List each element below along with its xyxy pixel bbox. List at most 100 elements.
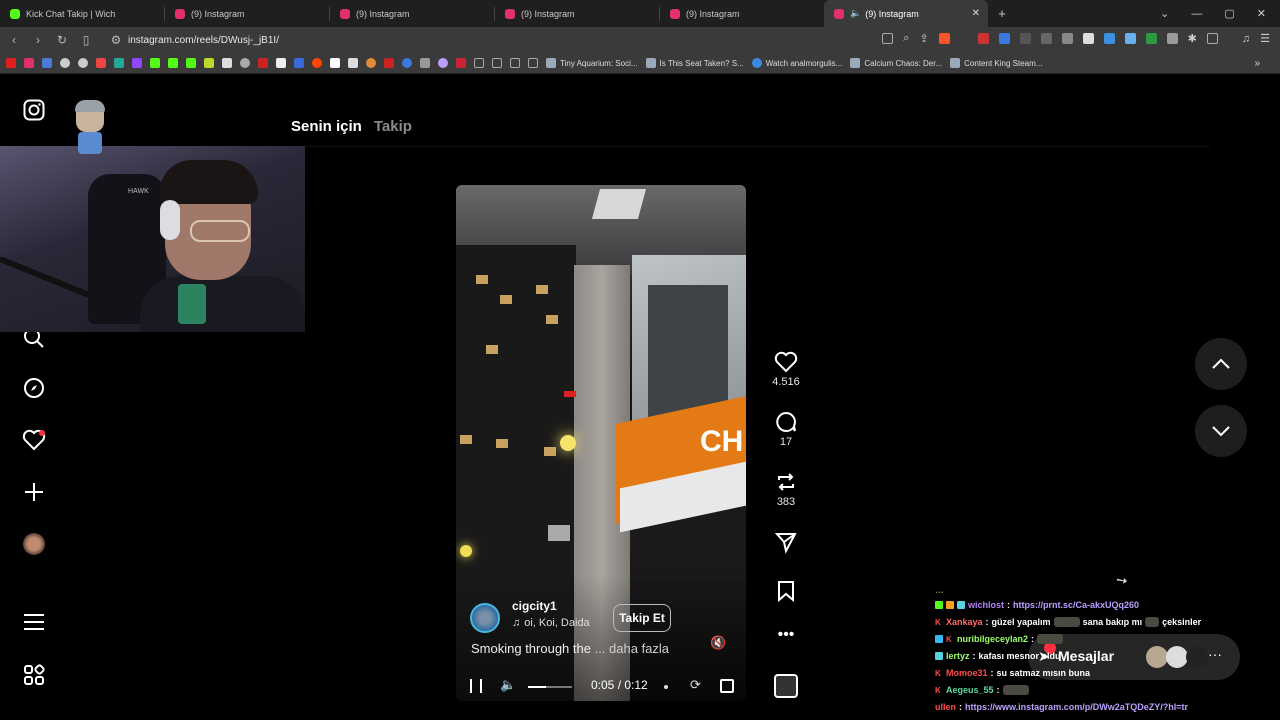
folder-icon[interactable]	[474, 58, 484, 68]
gmail-icon[interactable]	[96, 58, 106, 68]
bookmark-site-icon[interactable]	[240, 58, 250, 68]
sidebar-icon[interactable]	[1206, 33, 1218, 44]
bookmark-site-icon[interactable]	[384, 58, 394, 68]
apps-grid-icon[interactable]	[20, 661, 48, 689]
bookmark-item[interactable]: Content King Steam...	[950, 58, 1042, 68]
share-icon[interactable]: ⇪	[919, 32, 928, 45]
volume-icon[interactable]: 🔈	[500, 677, 516, 693]
muted-speaker-icon[interactable]: 🔇	[710, 635, 726, 651]
bookmark-icon[interactable]: ▯	[76, 33, 96, 47]
extension-icon[interactable]	[977, 33, 989, 44]
audio-thumbnail[interactable]	[774, 674, 798, 698]
author-avatar[interactable]	[470, 603, 500, 633]
zoom-icon[interactable]: ⌕	[903, 32, 909, 45]
kick-icon[interactable]	[186, 58, 196, 68]
follow-button[interactable]: Takip Et	[613, 604, 671, 632]
kick-icon[interactable]	[150, 58, 160, 68]
browser-tab[interactable]: (9) Instagram	[165, 0, 329, 27]
anchor-icon[interactable]	[222, 58, 232, 68]
extension-icon[interactable]	[998, 33, 1010, 44]
repost-action[interactable]: 383	[770, 470, 802, 508]
extension-icon[interactable]	[1166, 33, 1178, 44]
create-plus-icon[interactable]	[20, 478, 48, 506]
reel-music[interactable]: ♫ oi, Koi, Daida	[512, 617, 590, 629]
share-action[interactable]	[770, 530, 802, 554]
tab-for-you[interactable]: Senin için	[291, 118, 362, 135]
bookmark-item[interactable]: Tiny Aquarium: Soci...	[546, 58, 638, 68]
profile-avatar[interactable]	[20, 530, 48, 558]
back-icon[interactable]: ‹	[4, 33, 24, 47]
tab-search-icon[interactable]: ⌄	[1160, 7, 1169, 20]
extension-icon[interactable]	[1145, 33, 1157, 44]
folder-icon[interactable]	[510, 58, 520, 68]
progress-track[interactable]	[528, 686, 572, 688]
extension-icon[interactable]	[1061, 33, 1073, 44]
save-action[interactable]	[770, 579, 802, 603]
bookmark-site-icon[interactable]	[456, 58, 466, 68]
close-tab-icon[interactable]: ✕	[972, 8, 980, 19]
loop-icon[interactable]: ⟳	[690, 677, 701, 693]
reddit-icon[interactable]	[312, 58, 322, 68]
previous-reel-button[interactable]	[1195, 338, 1247, 390]
site-settings-icon[interactable]: ⚙	[106, 33, 126, 47]
caption-more-link[interactable]: ... daha fazla	[595, 641, 669, 656]
url-field[interactable]: instagram.com/reels/DWusj-_jB1I/	[128, 35, 279, 46]
extension-icon[interactable]	[1040, 33, 1052, 44]
bookmark-site-icon[interactable]	[42, 58, 52, 68]
browser-tab-active[interactable]: 🔈 (9) Instagram ✕	[824, 0, 988, 27]
youtube-icon[interactable]	[6, 58, 16, 68]
more-bookmarks-icon[interactable]: »	[1254, 58, 1260, 69]
bookmark-site-icon[interactable]	[294, 58, 304, 68]
maximize-icon[interactable]: ▢	[1224, 7, 1234, 20]
brave-shield-icon[interactable]	[938, 33, 950, 44]
next-reel-button[interactable]	[1195, 405, 1247, 457]
audio-playing-icon[interactable]: 🔈	[850, 8, 861, 19]
bookmark-site-icon[interactable]	[366, 58, 376, 68]
notifications-heart-icon[interactable]	[20, 426, 48, 454]
minimize-icon[interactable]: —	[1191, 8, 1202, 20]
bookmark-site-icon[interactable]	[402, 58, 412, 68]
browser-tab[interactable]: Kick Chat Takip | Wich	[0, 0, 164, 27]
tab-following[interactable]: Takip	[374, 118, 412, 135]
extension-icon[interactable]	[1019, 33, 1031, 44]
bookmark-item[interactable]: Calcium Chaos: Der...	[850, 58, 942, 68]
kick-icon[interactable]	[168, 58, 178, 68]
folder-icon[interactable]	[492, 58, 502, 68]
fullscreen-icon[interactable]	[720, 679, 734, 693]
explore-compass-icon[interactable]	[20, 374, 48, 402]
forward-icon[interactable]: ›	[28, 33, 48, 47]
extensions-puzzle-icon[interactable]: ✱	[1188, 32, 1197, 45]
bookmark-site-icon[interactable]	[258, 58, 268, 68]
instagram-icon[interactable]	[24, 58, 34, 68]
bookmark-item[interactable]: Watch analmorgulis...	[751, 58, 842, 68]
more-options-icon[interactable]: •••	[770, 626, 802, 644]
extension-icon[interactable]	[1124, 33, 1136, 44]
x-icon[interactable]	[276, 58, 286, 68]
instagram-logo-icon[interactable]	[20, 96, 48, 124]
reel-video[interactable]: CH cigcity1 ♫ oi, Koi, Daida Takip Et Smo…	[456, 185, 746, 701]
browser-tab[interactable]: (9) Instagram	[495, 0, 659, 27]
browser-tab[interactable]: (9) Instagram	[660, 0, 824, 27]
browser-tab[interactable]: (9) Instagram	[330, 0, 494, 27]
media-icon[interactable]: ♫	[1242, 33, 1250, 45]
bookmark-site-icon[interactable]	[348, 58, 358, 68]
drive-icon[interactable]	[114, 58, 124, 68]
bookmark-site-icon[interactable]	[420, 58, 430, 68]
folder-icon[interactable]	[528, 58, 538, 68]
close-window-icon[interactable]: ✕	[1257, 7, 1266, 20]
bookmark-site-icon[interactable]	[438, 58, 448, 68]
bookmark-site-icon[interactable]	[330, 58, 340, 68]
reel-caption[interactable]: Smoking through the ... daha fazla	[471, 641, 669, 656]
extension-icon[interactable]	[1103, 33, 1115, 44]
chat-link[interactable]: https://www.instagram.com/p/DWw2aTQDeZY/…	[965, 702, 1188, 712]
cast-icon[interactable]	[882, 33, 894, 44]
bookmark-site-icon[interactable]	[78, 58, 88, 68]
comment-action[interactable]: 17	[770, 410, 802, 448]
bookmark-site-icon[interactable]	[204, 58, 214, 68]
extension-icon[interactable]	[1082, 33, 1094, 44]
new-tab-button[interactable]: +	[988, 6, 1016, 21]
settings-dot-icon[interactable]	[664, 685, 668, 689]
menu-icon[interactable]: ☰	[1260, 32, 1270, 45]
bookmark-item[interactable]: Is This Seat Taken? S...	[645, 58, 744, 68]
author-username[interactable]: cigcity1	[512, 599, 557, 613]
